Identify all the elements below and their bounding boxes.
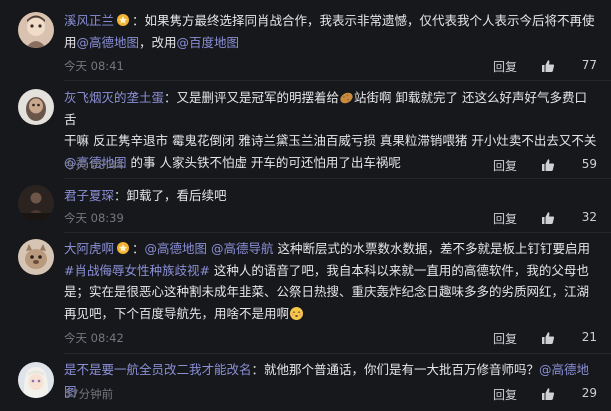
username[interactable]: 溪风正兰 [64,13,114,28]
comment-text: 这种断层式的水票数水数据，差不多就是板上钉钉要启用 [273,241,591,256]
comment-item: 大阿虎啊 ：@高德地图 @高德导航 这种断层式的水票数水数据，差不多就是板上钉钉要… [0,233,611,353]
comment-text: ，改用 [139,34,177,50]
mention-link[interactable]: @高德导航 [207,241,274,256]
avatar[interactable] [18,89,54,125]
username[interactable]: 大阿虎啊 [64,241,114,256]
like-count: 21 [581,330,597,344]
thumbs-up-icon [541,158,555,175]
blush-emoji-icon [289,306,304,321]
comment-meta: 57分钟前 回复 29 [64,386,597,404]
thumbs-up-icon [541,211,555,228]
reply-button[interactable]: 回复 [493,386,517,403]
timestamp: 57分钟前 [64,387,114,401]
comment-text: 卸载了，看后续吧 [126,188,227,203]
avatar[interactable] [18,12,54,48]
comment-item: 溪风正兰 ：如果隽方最终选择同肖战合作，我表示非常遗憾，仅代表我个人表示今后将不再… [0,0,611,80]
mention-link[interactable]: @百度地图 [177,35,240,50]
comment-item: 君子夏琛：卸载了，看后续吧 今天 08:39 回复 32 [0,179,611,232]
comment-meta: 今天 08:39 回复 32 [64,210,597,228]
comment-meta: 今天 08:44 回复 59 [64,157,597,175]
comment-list: 溪风正兰 ：如果隽方最终选择同肖战合作，我表示非常遗憾，仅代表我个人表示今后将不再… [0,0,611,411]
like-count: 59 [581,157,597,171]
comment-content: 溪风正兰 ：如果隽方最终选择同肖战合作，我表示非常遗憾，仅代表我个人表示今后将不再… [64,12,595,50]
reply-button[interactable]: 回复 [493,58,517,75]
thumbs-up-icon [541,59,555,76]
comment-item: 灰飞烟灭的垄土蛋：又是删评又是冠军的明摆着给 站街啊 卸载就完了 还这么好声好气多… [0,81,611,178]
username[interactable]: 是不是要一航全员改二我才能改名 [64,362,252,377]
mention-link[interactable]: @高德地图 [145,241,208,256]
like-count: 29 [581,386,597,400]
timestamp: 今天 08:42 [64,331,124,345]
comment-text: 就他那个普通话，你们是有一大批百万修音师吗？ [264,362,540,377]
comment-meta: 今天 08:41 回复 77 [64,58,597,76]
like-count: 77 [581,58,597,72]
reply-button[interactable]: 回复 [493,330,517,347]
avatar[interactable] [18,239,54,275]
reply-button[interactable]: 回复 [493,157,517,174]
comment-text: 干嘛 反正隽辛退市 霉鬼花倒闭 雅诗兰黛玉兰油百威亏损 真果粒滞销喂猪 开小灶卖… [64,133,597,148]
like-count: 32 [581,210,597,224]
timestamp: 今天 08:39 [64,211,124,225]
timestamp: 今天 08:44 [64,158,124,172]
comment-text: 用 [64,34,77,50]
comment-content: 大阿虎啊 ：@高德地图 @高德导航 这种断层式的水票数水数据，差不多就是板上钉钉要… [64,240,591,321]
comment-text: 如果隽方最终选择同肖战合作，我表示非常遗憾，仅代表我个人表示今后将不再使 [144,13,595,28]
medal-icon [116,240,130,254]
timestamp: 今天 08:41 [64,59,124,73]
reply-button[interactable]: 回复 [493,210,517,227]
medal-icon [116,12,130,26]
thumbs-up-icon [541,387,555,404]
comment-text: 又是删评又是冠军的明摆着给 [176,90,340,105]
comment-content: 君子夏琛：卸载了，看后续吧 [64,188,227,203]
avatar[interactable] [18,362,54,398]
thumbs-up-icon [541,331,555,348]
avatar[interactable] [18,185,54,221]
username[interactable]: 君子夏琛 [64,188,114,203]
comment-meta: 今天 08:42 回复 21 [64,330,597,348]
potato-emoji-icon [339,90,354,105]
mention-link[interactable]: @高德地图 [77,35,140,50]
username[interactable]: 灰飞烟灭的垄土蛋 [64,90,164,105]
hashtag-link[interactable]: #肖战侮辱女性种族歧视# [64,263,210,278]
comment-item: 是不是要一航全员改二我才能改名：就他那个普通话，你们是有一大批百万修音师吗？@高… [0,354,611,411]
